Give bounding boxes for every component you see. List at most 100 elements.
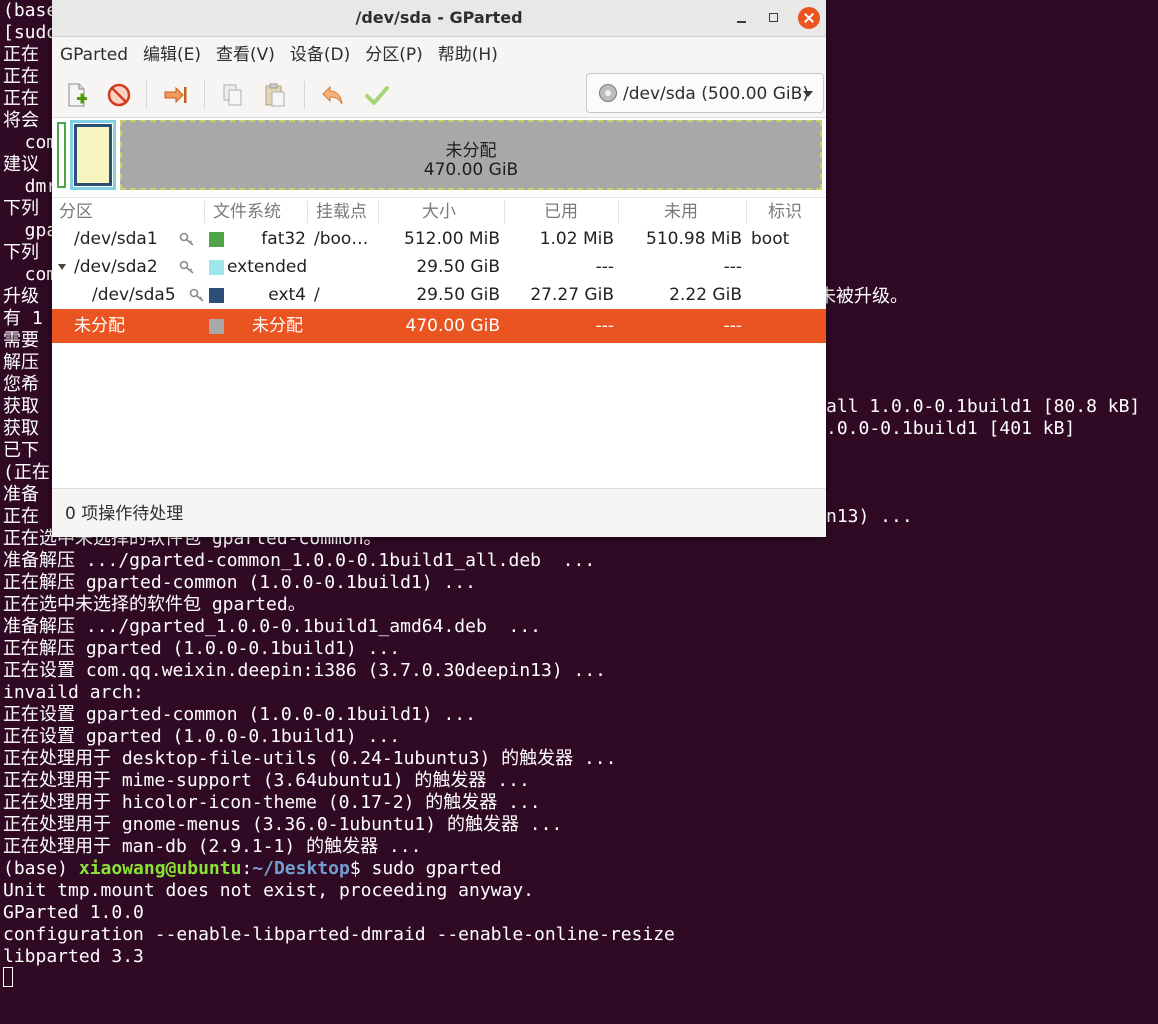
prompt-symbol: $ <box>349 858 372 879</box>
terminal-output-line: Unit tmp.mount does not exist, proceedin… <box>3 880 535 901</box>
menu-help[interactable]: 帮助(H) <box>430 37 505 73</box>
menu-partition[interactable]: 分区(P) <box>357 37 430 73</box>
terminal-line: 正在解压 gparted-common (1.0.0-0.1build1) ..… <box>3 572 476 593</box>
close-button[interactable] <box>798 7 820 29</box>
apply-icon[interactable] <box>364 82 390 108</box>
resize-move-icon[interactable] <box>162 82 188 108</box>
terminal-line: [sudo <box>3 22 58 43</box>
terminal-line: 获取 <box>3 418 39 439</box>
terminal-line-fragment: n13) ... <box>826 506 913 527</box>
terminal-line: com <box>3 132 58 153</box>
menu-edit[interactable]: 编辑(E) <box>135 37 208 73</box>
column-partition[interactable]: 分区 <box>59 198 93 226</box>
column-divider <box>378 201 379 223</box>
prompt-user-host: xiaowang@ubuntu <box>78 858 242 879</box>
prompt-env: (base) <box>3 858 79 879</box>
partition-table-header: 分区 文件系统 挂载点 大小 已用 未用 标识 <box>52 197 826 226</box>
terminal-line: 下列 <box>3 242 39 263</box>
row-partition: /dev/sda5 <box>92 285 176 305</box>
menu-bar: GParted 编辑(E) 查看(V) 设备(D) 分区(P) 帮助(H) <box>52 37 826 73</box>
disk-graph: 未分配 470.00 GiB <box>52 118 826 194</box>
table-row[interactable]: /dev/sda2 extended 29.50 GiB --- --- <box>52 253 826 281</box>
row-mountpoint: / <box>314 285 320 305</box>
graph-unallocated[interactable]: 未分配 470.00 GiB <box>120 120 822 190</box>
table-row[interactable]: /dev/sda5 ext4 / 29.50 GiB 27.27 GiB 2.2… <box>52 281 826 309</box>
terminal-line: 准备解压 .../gparted-common_1.0.0-0.1build1_… <box>3 550 596 571</box>
row-size: 470.00 GiB <box>405 316 500 336</box>
row-used: 27.27 GiB <box>530 285 614 305</box>
table-row-selected[interactable]: 未分配 未分配 470.00 GiB --- --- <box>52 309 826 343</box>
terminal-line: 您希 <box>3 374 39 395</box>
terminal-line: 正在 <box>3 66 39 87</box>
column-divider <box>618 201 619 223</box>
row-used: 1.02 MiB <box>539 229 614 249</box>
terminal-line: 升级 <box>3 286 39 307</box>
column-used[interactable]: 已用 <box>544 198 578 226</box>
row-size: 29.50 GiB <box>416 285 500 305</box>
terminal-line: 正在处理用于 desktop-file-utils (0.24-1ubuntu3… <box>3 748 617 769</box>
toolbar-separator <box>146 81 147 109</box>
terminal-line: 准备解压 .../gparted_1.0.0-0.1build1_amd64.d… <box>3 616 541 637</box>
graph-partition-sda1[interactable] <box>57 122 66 188</box>
delete-icon[interactable] <box>106 82 132 108</box>
maximize-button[interactable] <box>764 8 784 28</box>
status-bar: 0 项操作待处理 <box>52 488 826 537</box>
terminal-line: com <box>3 264 58 285</box>
terminal-line-fragment: 未被升级。 <box>818 286 908 307</box>
graph-unallocated-label: 未分配 <box>445 141 497 161</box>
disk-icon <box>599 84 617 102</box>
prompt-path: ~/Desktop <box>252 858 350 879</box>
menu-view[interactable]: 查看(V) <box>208 37 282 73</box>
minimize-button[interactable] <box>732 8 752 28</box>
terminal-output-line: GParted 1.0.0 <box>3 902 144 923</box>
toolbar-separator <box>304 81 305 109</box>
row-filesystem: ext4 <box>268 285 306 305</box>
terminal-line: 正在设置 gparted-common (1.0.0-0.1build1) ..… <box>3 704 476 725</box>
row-size: 512.00 MiB <box>404 229 500 249</box>
graph-unallocated-size: 470.00 GiB <box>423 160 519 180</box>
row-used: --- <box>595 257 614 277</box>
column-mountpoint[interactable]: 挂载点 <box>316 198 367 226</box>
prompt-separator: : <box>241 858 253 879</box>
terminal-line: 有 1 <box>3 308 43 329</box>
expander-down-icon[interactable] <box>58 264 66 270</box>
filesystem-color-swatch <box>209 319 224 334</box>
terminal-output-line: configuration --enable-libparted-dmraid … <box>3 924 675 945</box>
column-size[interactable]: 大小 <box>422 198 456 226</box>
column-flags[interactable]: 标识 <box>768 198 802 226</box>
copy-icon[interactable] <box>220 82 246 108</box>
terminal-line: 已下 <box>3 440 39 461</box>
column-filesystem[interactable]: 文件系统 <box>213 198 281 226</box>
menu-device[interactable]: 设备(D) <box>282 37 357 73</box>
menu-gparted[interactable]: GParted <box>52 37 135 73</box>
column-unused[interactable]: 未用 <box>664 198 698 226</box>
terminal-line: 获取 <box>3 396 39 417</box>
row-filesystem: extended <box>227 257 308 277</box>
device-selector[interactable]: /dev/sda (500.00 GiB) <box>586 73 824 113</box>
terminal-line: 正在处理用于 mime-support (3.64ubuntu1) 的触发器 .… <box>3 770 530 791</box>
terminal-line: 将会 <box>3 110 39 131</box>
row-filesystem: 未分配 <box>252 316 303 336</box>
gparted-window: /dev/sda - GParted GParted 编辑(E) 查看(V) 设… <box>52 0 826 537</box>
pending-operations-status: 0 项操作待处理 <box>65 504 184 524</box>
row-used: --- <box>595 316 614 336</box>
terminal-line: 正在选中未选择的软件包 gparted。 <box>3 594 306 615</box>
undo-icon[interactable] <box>320 82 346 108</box>
row-mountpoint: /boo… <box>314 229 369 249</box>
row-partition: 未分配 <box>74 316 125 336</box>
terminal-line: 正在处理用于 gnome-menus (3.36.0-1ubuntu1) 的触发… <box>3 814 563 835</box>
table-row[interactable]: /dev/sda1 fat32 /boo… 512.00 MiB 1.02 Mi… <box>52 225 826 253</box>
row-partition: /dev/sda1 <box>74 229 158 249</box>
terminal-line: dmr <box>3 176 58 197</box>
graph-partition-sda5[interactable] <box>74 124 112 186</box>
terminal-line: 正在设置 com.qq.weixin.deepin:i386 (3.7.0.30… <box>3 660 607 681</box>
title-bar[interactable]: /dev/sda - GParted <box>52 0 826 37</box>
row-unused: 510.98 MiB <box>646 229 742 249</box>
filesystem-color-swatch <box>209 288 224 303</box>
terminal-line: 解压 <box>3 352 39 373</box>
new-partition-icon[interactable] <box>64 82 90 108</box>
row-unused: --- <box>723 316 742 336</box>
paste-icon[interactable] <box>262 82 288 108</box>
terminal-line: 准备 <box>3 484 39 505</box>
terminal-cursor <box>3 967 13 987</box>
